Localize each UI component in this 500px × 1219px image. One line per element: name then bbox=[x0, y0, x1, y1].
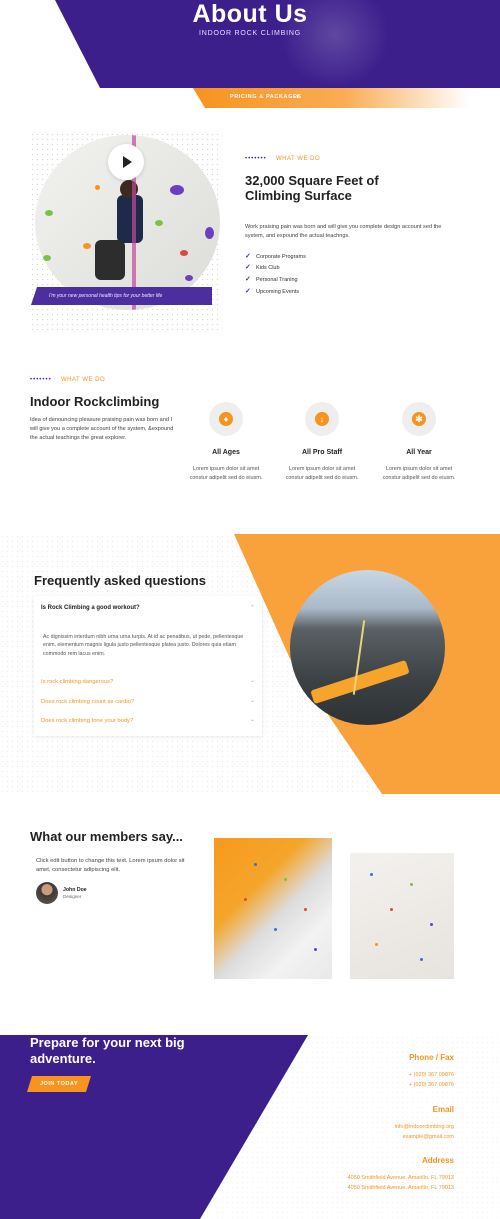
faq-accordion bbox=[34, 596, 262, 736]
photo-caption: I'm your new personal health tips for yo… bbox=[49, 293, 163, 299]
list-item-label: Kids Club bbox=[256, 265, 280, 272]
chevron-down-icon[interactable]: ⌄ bbox=[250, 697, 255, 704]
testimonials-title: What our members say... bbox=[30, 829, 183, 844]
address-values: 4050 Smithfield Avenue, Amarillo, FL 790… bbox=[254, 1174, 454, 1193]
address-line: 4050 Smithfield Avenue, Amarillo, FL 790… bbox=[347, 1175, 454, 1181]
faq-title: Frequently asked questions bbox=[34, 573, 206, 588]
phone-number[interactable]: + (020) 367 09876 bbox=[274, 1071, 454, 1081]
email-values: info@indoorclimbing.org example@gmail.co… bbox=[274, 1123, 454, 1142]
faq-question-open[interactable]: Is Rock Climbing a good workout? bbox=[41, 605, 140, 611]
feature-desc: Lorem ipsum dolor sit amet constur adipe… bbox=[382, 466, 456, 481]
play-video-button[interactable] bbox=[108, 144, 144, 180]
list-item-label: Corporate Programs bbox=[256, 253, 306, 260]
feature-card: ♦ All Ages Lorem ipsum dolor sit amet co… bbox=[186, 402, 266, 482]
list-item-label: Personal Traning bbox=[256, 276, 298, 283]
cta-title: Prepare for your next big adventure. bbox=[30, 1035, 185, 1066]
check-icon: ✓ bbox=[245, 287, 251, 295]
page-title: About Us bbox=[192, 0, 308, 28]
section-eyebrow: WHAT WE DO bbox=[61, 377, 106, 383]
chevron-up-icon[interactable]: ⌄ bbox=[250, 603, 255, 610]
chevron-down-icon[interactable]: ▾ bbox=[296, 93, 299, 100]
faq-question[interactable]: Is rock climbing dangerous? bbox=[41, 679, 113, 685]
author-role: Designer bbox=[63, 894, 82, 899]
feature-title: All Year bbox=[406, 449, 432, 456]
join-today-label[interactable]: JOIN TODAY bbox=[27, 1076, 91, 1092]
page-subtitle: INDOOR ROCK CLIMBING bbox=[199, 30, 301, 37]
faq-answer: Ac dignissim interdum nibh urna urna tur… bbox=[43, 634, 244, 657]
list-item-label: Upcoming Events bbox=[256, 288, 300, 295]
gallery-image-holds[interactable] bbox=[350, 853, 454, 979]
person-icon: ♦ bbox=[209, 402, 243, 436]
feature-card: ↓ All Pro Staff Lorem ipsum dolor sit am… bbox=[282, 402, 362, 482]
email-heading: Email bbox=[432, 1105, 454, 1114]
eyebrow-dots: ••••••• bbox=[30, 377, 52, 383]
list-item: ✓ Personal Traning bbox=[245, 274, 306, 286]
chevron-down-icon[interactable]: ⌄ bbox=[250, 677, 255, 684]
pricing-packages-label[interactable]: PRICING & PACKAGES bbox=[230, 94, 302, 100]
testimonial-text: Click edit button to change this text. L… bbox=[36, 858, 185, 873]
section-eyebrow: WHAT WE DO bbox=[276, 156, 321, 162]
avatar bbox=[36, 882, 58, 904]
author-name: John Doe bbox=[63, 887, 87, 893]
snowflake-icon: ✻ bbox=[402, 402, 436, 436]
feature-desc: Lorem ipsum dolor sit amet constur adipe… bbox=[285, 466, 359, 481]
gallery-image-climbing-wall[interactable] bbox=[214, 838, 332, 979]
feature-list: ✓ Corporate Programs ✓ Kids Club ✓ Personal… bbox=[245, 251, 306, 297]
phone-values: + (020) 367 09876 + (020) 367 09876 bbox=[274, 1071, 454, 1090]
sort-numbers-icon: ↓ bbox=[305, 402, 339, 436]
check-icon: ✓ bbox=[245, 252, 251, 260]
feature-title: All Ages bbox=[212, 449, 240, 456]
eyebrow-dots: ••••••• bbox=[245, 156, 267, 162]
faq-question[interactable]: Does rock climbing count as cardio? bbox=[41, 699, 134, 705]
list-item: ✓ Corporate Programs bbox=[245, 251, 306, 263]
email-link[interactable]: example@gmail.com bbox=[274, 1133, 454, 1143]
rock-climbing-photo bbox=[290, 570, 445, 725]
list-item: ✓ Upcoming Events bbox=[245, 286, 306, 298]
email-link[interactable]: info@indoorclimbing.org bbox=[274, 1123, 454, 1133]
faq-question[interactable]: Does rock climbing tone your body? bbox=[41, 718, 133, 724]
check-icon: ✓ bbox=[245, 264, 251, 272]
check-icon: ✓ bbox=[245, 275, 251, 283]
section-body: Idea of denouncing pleasure praising pai… bbox=[30, 417, 174, 441]
feature-title: All Pro Staff bbox=[301, 449, 343, 456]
fax-number[interactable]: + (020) 367 09876 bbox=[274, 1081, 454, 1091]
phone-heading: Phone / Fax bbox=[409, 1053, 454, 1062]
hero-banner: About Us INDOOR ROCK CLIMBING bbox=[0, 0, 500, 88]
list-item: ✓ Kids Club bbox=[245, 263, 306, 275]
feature-card: ✻ All Year Lorem ipsum dolor sit amet co… bbox=[379, 402, 459, 482]
chevron-down-icon[interactable]: ⌄ bbox=[250, 716, 255, 723]
section-heading: Indoor Rockclimbing bbox=[30, 394, 160, 409]
section-body: Work praising pain was born and will giv… bbox=[245, 224, 442, 239]
section-heading: 32,000 Square Feet of Climbing Surface bbox=[245, 173, 379, 203]
address-line: 4050 Smithfield Avenue, Amarillo, FL 790… bbox=[347, 1184, 454, 1191]
address-heading: Address bbox=[421, 1156, 454, 1165]
feature-desc: Lorem ipsum dolor sit amet constur adipe… bbox=[189, 466, 263, 481]
